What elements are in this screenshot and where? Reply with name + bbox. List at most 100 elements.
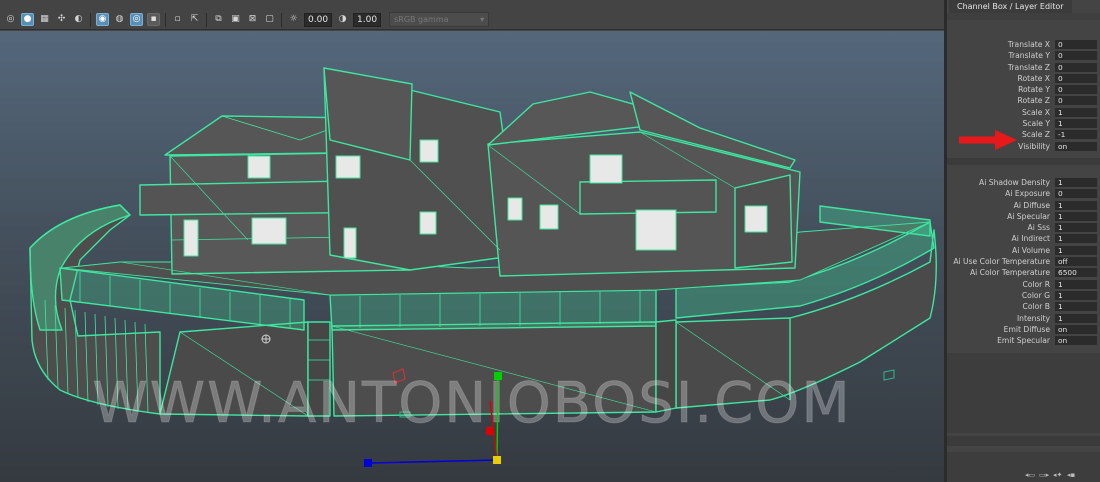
- layer-new-icon[interactable]: ◂✦: [1053, 472, 1063, 479]
- attr-value-field[interactable]: 1: [1055, 119, 1097, 129]
- depth-of-field-icon[interactable]: ▫: [171, 13, 184, 26]
- isolate-icon[interactable]: ◎: [4, 13, 17, 26]
- attr-value-field[interactable]: -1: [1055, 130, 1097, 140]
- motion-blur-icon[interactable]: ◎: [130, 13, 143, 26]
- color-space-dropdown[interactable]: sRGB gamma ▾: [389, 12, 490, 27]
- attr-value-field[interactable]: 0: [1055, 40, 1097, 49]
- attr-label: Ai Sss: [1027, 223, 1050, 233]
- gate-mask-icon[interactable]: ▣: [229, 13, 242, 26]
- attr-label: Ai Exposure: [1005, 189, 1050, 199]
- attr-value-field[interactable]: off: [1055, 257, 1097, 267]
- manipulator-y-axis[interactable]: [496, 375, 499, 461]
- section-divider: [947, 158, 1100, 165]
- attr-value-field[interactable]: 1: [1055, 223, 1097, 233]
- layer-list[interactable]: [947, 452, 1100, 482]
- attr-row-rotate-x[interactable]: Rotate X 0: [947, 73, 1100, 84]
- attr-value-field[interactable]: 1: [1055, 302, 1097, 312]
- attr-row-ai-volume[interactable]: Ai Volume 1: [947, 245, 1100, 256]
- attr-value-field[interactable]: 0: [1055, 73, 1097, 83]
- camera-select-icon[interactable]: ⇱: [188, 13, 201, 26]
- toolbar-divider: [206, 12, 207, 27]
- shadows-icon[interactable]: ◉: [96, 13, 109, 26]
- channel-box-panel: Channel Box / Layer Editor Translate X0 …: [947, 0, 1100, 482]
- 3d-viewport[interactable]: WWW.ANTONIOBOSI.COM: [0, 31, 944, 482]
- attr-value-field[interactable]: 0: [1055, 85, 1097, 95]
- move-manipulator[interactable]: [360, 341, 520, 482]
- attr-value-field[interactable]: 0: [1055, 189, 1097, 199]
- attr-row-color-g[interactable]: Color G 1: [947, 290, 1100, 301]
- attr-row-ai-specular[interactable]: Ai Specular 1: [947, 211, 1100, 222]
- attr-row-ai-diffuse[interactable]: Ai Diffuse 1: [947, 200, 1100, 211]
- highlight-arrow-icon: [959, 130, 1017, 150]
- attr-label: Ai Indirect: [1011, 234, 1050, 244]
- layer-editor-area: [947, 353, 1100, 433]
- gamma-field[interactable]: 1.00: [353, 12, 382, 27]
- exposure-icon[interactable]: ☼: [287, 13, 300, 26]
- attr-label: Translate Y: [1008, 51, 1050, 61]
- manipulator-z-handle[interactable]: [486, 427, 493, 435]
- attr-value-field[interactable]: 1: [1055, 234, 1097, 244]
- attr-value-field[interactable]: 1: [1055, 290, 1097, 300]
- layer-prev-icon[interactable]: ◂▭: [1025, 472, 1035, 479]
- attr-label: Ai Volume: [1012, 245, 1050, 255]
- layer-options-icon[interactable]: ◂▪: [1067, 472, 1077, 479]
- manipulator-y-handle[interactable]: [494, 372, 502, 380]
- attr-row-emit-diffuse[interactable]: Emit Diffuse on: [947, 324, 1100, 335]
- attr-row-scale-y[interactable]: Scale Y 1: [947, 118, 1100, 129]
- attr-label: Color G: [1021, 290, 1050, 300]
- attr-row-color-b[interactable]: Color B 1: [947, 301, 1100, 312]
- attr-row-translate-z[interactable]: Translate Z 0: [947, 62, 1100, 73]
- attr-value-field[interactable]: 1: [1055, 313, 1097, 323]
- attr-value-field[interactable]: 1: [1055, 279, 1097, 289]
- attr-label: Intensity: [1016, 313, 1050, 323]
- attr-value-field[interactable]: 0: [1055, 96, 1097, 106]
- attr-row-emit-specular[interactable]: Emit Specular on: [947, 335, 1100, 346]
- attr-value-field[interactable]: on: [1055, 141, 1097, 151]
- attr-value-field[interactable]: on: [1055, 324, 1097, 334]
- exposure-field[interactable]: 0.00: [304, 12, 333, 27]
- textured-icon[interactable]: ✣: [55, 13, 68, 26]
- attr-row-color-r[interactable]: Color R 1: [947, 279, 1100, 290]
- attr-value-field[interactable]: 0: [1055, 62, 1097, 72]
- film-gate-icon[interactable]: ⊠: [246, 13, 259, 26]
- anti-alias-icon[interactable]: ▪: [147, 13, 160, 26]
- toolbar-divider: [90, 12, 91, 27]
- manipulator-x-axis[interactable]: [369, 459, 498, 464]
- safe-action-icon[interactable]: ▢: [263, 13, 276, 26]
- layer-editor-toolbar: [947, 436, 1100, 446]
- ambient-occlusion-icon[interactable]: ◍: [113, 13, 126, 26]
- wireframe-icon[interactable]: ▦: [38, 13, 51, 26]
- attr-row-rotate-y[interactable]: Rotate Y 0: [947, 84, 1100, 95]
- layer-next-icon[interactable]: ▭▸: [1039, 472, 1049, 479]
- gamma-icon[interactable]: ◑: [336, 13, 349, 26]
- attr-row-ai-use-color-temperature[interactable]: Ai Use Color Temperature off: [947, 256, 1100, 267]
- attr-label: Visibility: [1018, 141, 1050, 151]
- attr-row-scale-x[interactable]: Scale X 1: [947, 107, 1100, 118]
- shaded-icon[interactable]: ●: [21, 13, 34, 26]
- attr-row-ai-sss[interactable]: Ai Sss 1: [947, 222, 1100, 233]
- attr-row-translate-x[interactable]: Translate X 0: [947, 39, 1100, 50]
- channel-box-tab[interactable]: Channel Box / Layer Editor: [949, 0, 1072, 13]
- attr-value-field[interactable]: 6500: [1055, 268, 1097, 278]
- attr-row-ai-shadow-density[interactable]: Ai Shadow Density 1: [947, 177, 1100, 188]
- attr-row-ai-color-temperature[interactable]: Ai Color Temperature 6500: [947, 267, 1100, 278]
- attr-label: Color R: [1022, 279, 1050, 289]
- attr-value-field[interactable]: 1: [1055, 178, 1097, 187]
- attr-row-ai-indirect[interactable]: Ai Indirect 1: [947, 233, 1100, 244]
- attr-row-ai-exposure[interactable]: Ai Exposure 0: [947, 188, 1100, 199]
- manipulator-center-handle[interactable]: [493, 456, 501, 464]
- attr-row-rotate-z[interactable]: Rotate Z 0: [947, 95, 1100, 106]
- attr-value-field[interactable]: on: [1055, 336, 1097, 346]
- attr-label: Emit Diffuse: [1003, 324, 1050, 334]
- attr-value-field[interactable]: 1: [1055, 107, 1097, 117]
- resolution-gate-icon[interactable]: ⧉: [212, 13, 225, 26]
- attr-row-translate-y[interactable]: Translate Y 0: [947, 50, 1100, 61]
- attr-value-field[interactable]: 1: [1055, 245, 1097, 255]
- attr-row-intensity[interactable]: Intensity 1: [947, 313, 1100, 324]
- attr-value-field[interactable]: 0: [1055, 51, 1097, 61]
- toolbar-divider: [281, 12, 282, 27]
- lights-icon[interactable]: ◐: [72, 13, 85, 26]
- attr-value-field[interactable]: 1: [1055, 200, 1097, 210]
- attr-value-field[interactable]: 1: [1055, 211, 1097, 221]
- manipulator-x-handle[interactable]: [364, 459, 372, 467]
